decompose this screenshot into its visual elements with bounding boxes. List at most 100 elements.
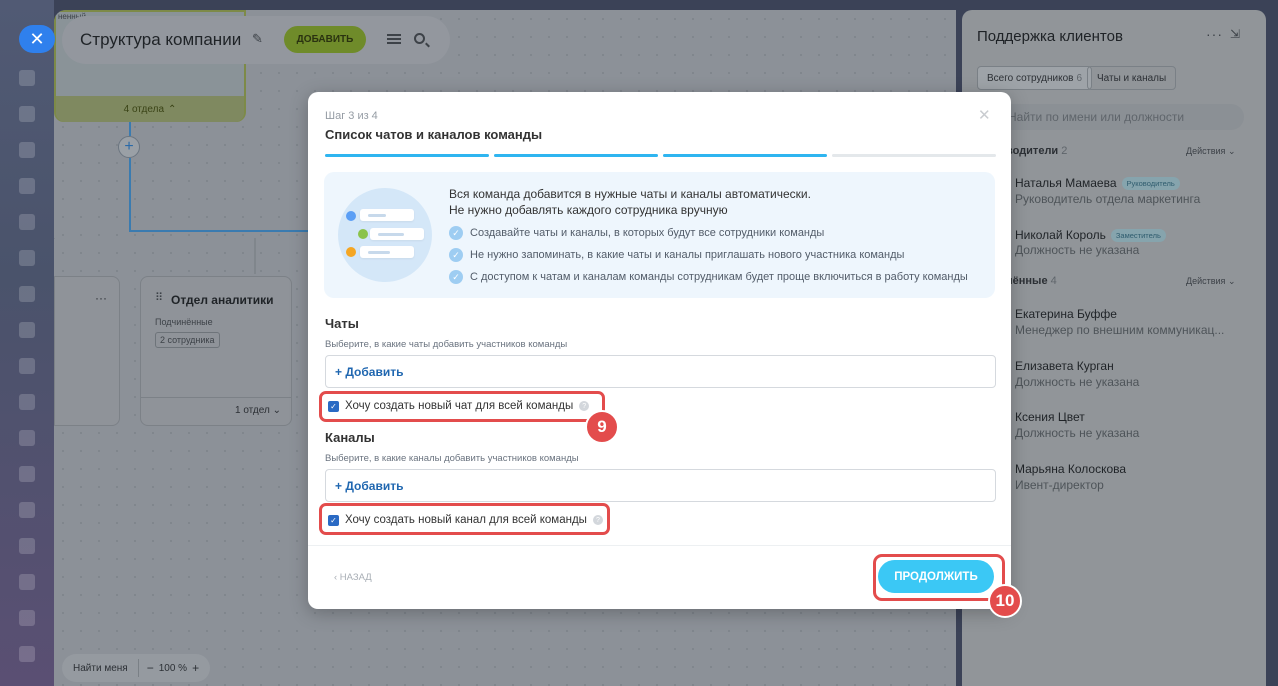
close-slider-button[interactable]: ✕: [19, 25, 55, 53]
illustration-dot: [358, 229, 368, 239]
tab-label: Чаты и каналы: [1097, 72, 1167, 84]
rail-app-icon[interactable]: [19, 610, 35, 626]
person-role: Должность не указана: [1015, 243, 1140, 257]
illustration-line: [368, 214, 386, 217]
person-role: Должность не указана: [1015, 426, 1140, 440]
rail-app-icon[interactable]: [19, 214, 35, 230]
step-marker: 10: [988, 584, 1022, 618]
rail-app-icon[interactable]: [19, 538, 35, 554]
tab-count: 6: [1076, 72, 1083, 84]
add-channel-field[interactable]: + Добавить: [325, 469, 996, 502]
employee-search-input[interactable]: Найти по имени или должности: [1000, 104, 1244, 130]
info-heading: Не нужно добавлять каждого сотрудника вр…: [449, 203, 728, 217]
zoom-in-button[interactable]: +: [192, 661, 199, 675]
person-name[interactable]: Марьяна Колоскова: [1015, 462, 1126, 476]
chats-section-title: Чаты: [325, 316, 359, 331]
tab-all-employees[interactable]: Всего сотрудников 6: [977, 66, 1093, 90]
subordinates-label: Подчинённые: [155, 317, 213, 327]
person-role: Менеджер по внешним коммуникац...: [1015, 323, 1225, 337]
menu-icon[interactable]: [387, 34, 401, 44]
illustration-dot: [346, 211, 356, 221]
department-name: Отдел аналитики: [171, 293, 274, 307]
find-me-button[interactable]: Найти меня: [73, 663, 128, 674]
chevron-down-icon: ⌄: [272, 405, 282, 416]
rail-app-icon[interactable]: [19, 502, 35, 518]
channels-hint: Выберите, в какие каналы добавить участн…: [325, 453, 579, 464]
channels-section-title: Каналы: [325, 430, 375, 445]
team-chats-wizard-dialog: Шаг 3 из 4 Список чатов и каналов команд…: [308, 92, 1022, 618]
illustration-line: [368, 251, 390, 254]
zoom-bar: Найти меня − 100 % +: [62, 654, 210, 682]
collapse-icon[interactable]: ⇲: [1230, 27, 1240, 41]
person-name[interactable]: Николай Король Заместитель: [1015, 228, 1166, 243]
connector-line: [129, 182, 131, 232]
rail-app-icon[interactable]: [19, 358, 35, 374]
search-placeholder: Найти по имени или должности: [1008, 110, 1185, 124]
rail-app-icon[interactable]: [19, 646, 35, 662]
subdepartments-toggle[interactable]: 4 отдела ⌃: [56, 96, 244, 122]
connector-line: [129, 230, 309, 232]
zoom-out-button[interactable]: −: [147, 661, 154, 675]
add-chat-link[interactable]: + Добавить: [335, 365, 403, 379]
add-chat-field[interactable]: + Добавить: [325, 355, 996, 388]
rail-app-icon[interactable]: [19, 322, 35, 338]
drag-handle-icon[interactable]: ⠿: [155, 291, 163, 304]
department-card[interactable]: ···: [54, 276, 120, 426]
highlight-frame: [319, 503, 610, 535]
footer-divider: [308, 545, 1011, 546]
person-name[interactable]: Наталья Мамаева Руководитель: [1015, 176, 1180, 191]
more-icon[interactable]: ···: [1206, 26, 1223, 42]
step-segment: [663, 154, 827, 157]
role-tag: Руководитель: [1121, 177, 1180, 191]
plus-icon: +: [124, 138, 134, 155]
highlight-frame: [319, 391, 605, 422]
continue-button[interactable]: ПРОДОЛЖИТЬ: [878, 560, 994, 593]
section-subordinates: нённые 4: [1006, 275, 1057, 287]
rail-app-icon[interactable]: [19, 70, 35, 86]
subdepartments-toggle[interactable]: 1 отдел ⌄: [235, 405, 281, 416]
chevron-up-icon: ⌃: [168, 103, 177, 115]
close-icon[interactable]: ✕: [978, 106, 991, 124]
role-tag: Заместитель: [1110, 229, 1166, 243]
dialog-title: Список чатов и каналов команды: [325, 127, 543, 142]
search-icon[interactable]: [414, 33, 425, 44]
step-marker: 9: [585, 410, 619, 444]
rail-app-icon[interactable]: [19, 466, 35, 482]
rail-app-icon[interactable]: [19, 430, 35, 446]
more-icon[interactable]: ···: [95, 291, 107, 305]
rail-app-icon[interactable]: [19, 106, 35, 122]
tab-chats-channels[interactable]: Чаты и каналы: [1087, 66, 1177, 90]
connector-line: [54, 238, 55, 239]
rail-app-icon[interactable]: [19, 250, 35, 266]
page-title: Структура компании: [80, 30, 242, 49]
rail-app-icon[interactable]: [19, 178, 35, 194]
add-department-button[interactable]: +: [118, 136, 140, 158]
actions-dropdown[interactable]: Действия ⌄: [1186, 146, 1235, 157]
person-name[interactable]: Ксения Цвет: [1015, 410, 1085, 424]
person-name[interactable]: Екатерина Буффе: [1015, 307, 1117, 321]
add-button[interactable]: ДОБАВИТЬ: [284, 26, 366, 53]
back-button[interactable]: ‹ НАЗАД: [334, 572, 372, 583]
person-name[interactable]: Елизавета Курган: [1015, 359, 1114, 373]
connector-line: [129, 122, 131, 136]
rail-app-icon[interactable]: [19, 286, 35, 302]
zoom-level: 100 %: [158, 662, 188, 674]
step-segment: [494, 154, 658, 157]
benefit-item: ✓ Не нужно запоминать, в какие чаты и кан…: [449, 248, 904, 262]
chats-hint: Выберите, в какие чаты добавить участник…: [325, 339, 568, 350]
pin-icon[interactable]: ✎: [252, 31, 266, 46]
person-role: Руководитель отдела маркетинга: [1015, 192, 1201, 206]
rail-app-icon[interactable]: [19, 574, 35, 590]
actions-dropdown[interactable]: Действия ⌄: [1186, 276, 1235, 287]
person-role: Ивент-директор: [1015, 478, 1104, 492]
rail-app-icon[interactable]: [19, 394, 35, 410]
panel-title: Поддержка клиентов: [977, 28, 1123, 45]
rail-app-icon[interactable]: [19, 142, 35, 158]
card-divider: [141, 397, 291, 398]
department-card-analytics[interactable]: ⠿ Отдел аналитики Подчинённые 2 сотрудни…: [140, 276, 292, 426]
step-indicator: Шаг 3 из 4: [325, 110, 378, 122]
left-rail: [0, 0, 54, 686]
connector-line: [129, 158, 131, 182]
subdepartments-count: 4 отдела: [123, 103, 164, 115]
add-channel-link[interactable]: + Добавить: [335, 479, 403, 493]
